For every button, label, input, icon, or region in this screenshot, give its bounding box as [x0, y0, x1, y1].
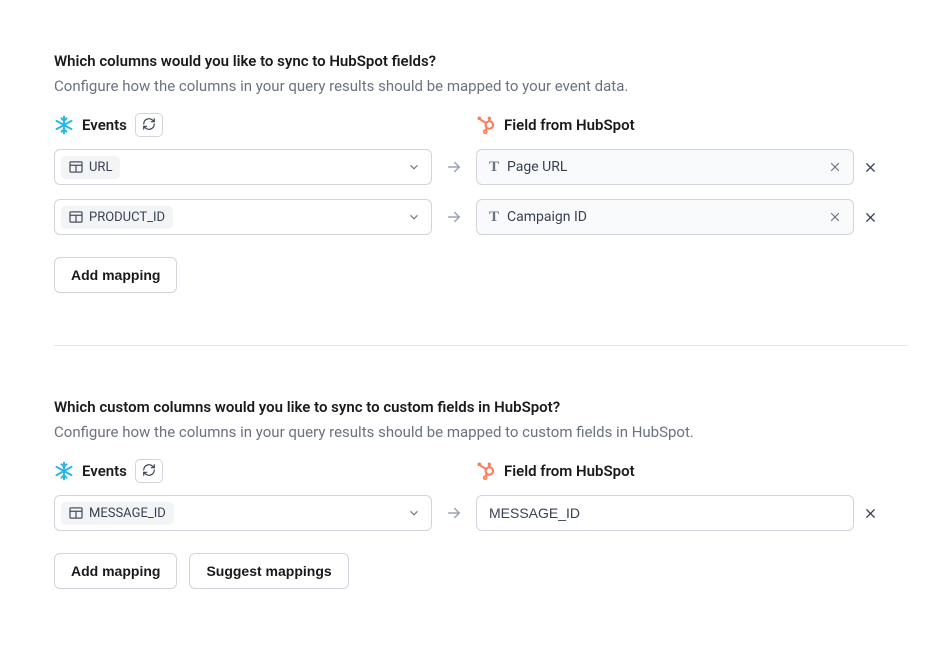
chevron-down-icon [407, 210, 421, 224]
hubspot-icon [476, 461, 496, 481]
hubspot-icon [476, 115, 496, 135]
clear-field-button[interactable] [825, 207, 845, 227]
source-column-select[interactable]: PRODUCT_ID [54, 199, 432, 235]
chevron-down-icon [407, 506, 421, 520]
text-type-icon: T [489, 209, 499, 226]
table-icon [69, 211, 83, 223]
target-field-input[interactable] [476, 495, 854, 531]
add-mapping-button[interactable]: Add mapping [54, 257, 177, 293]
columns-header: Events Field from HubSpot [54, 459, 908, 483]
snowflake-icon [54, 461, 74, 481]
source-column-value: MESSAGE_ID [89, 506, 166, 521]
sync-custom-columns-section: Which custom columns would you like to s… [54, 398, 908, 589]
events-header-label: Events [82, 116, 127, 134]
source-column-value: PRODUCT_ID [89, 210, 165, 225]
mapping-row: PRODUCT_ID T Campaign ID [54, 199, 908, 235]
source-column-select[interactable]: URL [54, 149, 432, 185]
remove-mapping-button[interactable] [854, 210, 886, 225]
text-type-icon: T [489, 159, 499, 176]
refresh-button[interactable] [135, 113, 163, 137]
sync-columns-section: Which columns would you like to sync to … [54, 52, 908, 293]
target-field-value: Page URL [507, 159, 567, 175]
section-description: Configure how the columns in your query … [54, 422, 754, 443]
section-title: Which custom columns would you like to s… [54, 398, 908, 416]
table-icon [69, 161, 83, 173]
add-mapping-button[interactable]: Add mapping [54, 553, 177, 589]
refresh-button[interactable] [135, 459, 163, 483]
mapping-row: MESSAGE_ID [54, 495, 908, 531]
snowflake-icon [54, 115, 74, 135]
section-description: Configure how the columns in your query … [54, 76, 754, 97]
section-title: Which columns would you like to sync to … [54, 52, 908, 70]
source-column-select[interactable]: MESSAGE_ID [54, 495, 432, 531]
mapping-row: URL T Page URL [54, 149, 908, 185]
clear-field-button[interactable] [825, 157, 845, 177]
arrow-icon [432, 504, 476, 522]
hubspot-header-label: Field from HubSpot [504, 462, 635, 480]
target-field-select[interactable]: T Page URL [476, 149, 854, 185]
suggest-mappings-button[interactable]: Suggest mappings [189, 553, 348, 589]
events-header-label: Events [82, 462, 127, 480]
table-icon [69, 507, 83, 519]
chevron-down-icon [407, 160, 421, 174]
section-divider [54, 345, 908, 346]
hubspot-header-label: Field from HubSpot [504, 116, 635, 134]
source-column-value: URL [89, 160, 112, 175]
arrow-icon [432, 208, 476, 226]
remove-mapping-button[interactable] [854, 506, 886, 521]
refresh-icon [142, 117, 156, 134]
remove-mapping-button[interactable] [854, 160, 886, 175]
target-field-value: Campaign ID [507, 209, 587, 225]
target-field-select[interactable]: T Campaign ID [476, 199, 854, 235]
columns-header: Events Field from HubSpot [54, 113, 908, 137]
arrow-icon [432, 158, 476, 176]
refresh-icon [142, 463, 156, 480]
